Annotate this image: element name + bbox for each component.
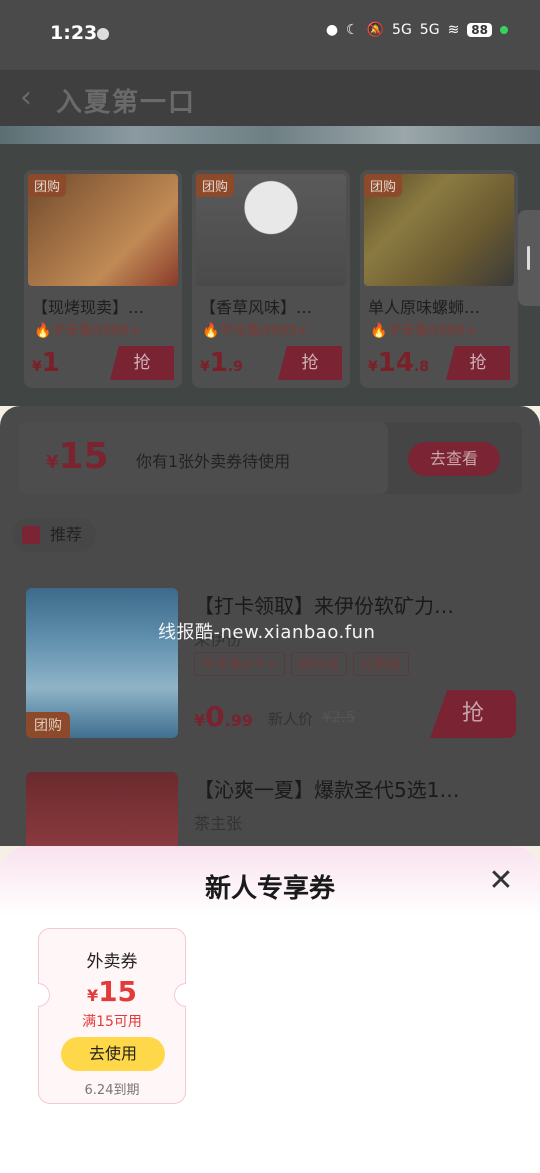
deal-card[interactable]: 团购 单人原味螺蛳… 🔥半年售9999+ ¥14.8 抢 xyxy=(360,170,518,388)
grab-button[interactable]: 抢 xyxy=(278,346,342,380)
deal-card[interactable]: 团购 【香草风味】… 🔥半年售9999+ ¥1.9 抢 xyxy=(192,170,350,388)
original-price: ¥2.5 xyxy=(322,708,356,726)
grab-button[interactable]: 抢 xyxy=(446,346,510,380)
currency-symbol: ¥ xyxy=(200,359,210,375)
price-dec: .8 xyxy=(413,359,429,375)
recommend-chip[interactable]: 推荐 xyxy=(12,518,96,552)
close-icon[interactable]: ✕ xyxy=(486,866,516,896)
deal-name: 单人原味螺蛳… xyxy=(368,298,481,317)
item-tag: 团购 xyxy=(26,712,70,738)
mute-icon: 🔕 xyxy=(366,22,385,38)
coupon-expiry: 6.24到期 xyxy=(84,1083,140,1098)
deal-price: ¥1.9 xyxy=(200,348,243,378)
side-drag-handle[interactable] xyxy=(518,210,540,306)
new-user-coupon-sheet: 新人专享券 ✕ 外卖券 ¥15 满15可用 去使用 6.24到期 xyxy=(0,846,540,1173)
grab-button[interactable]: 抢 xyxy=(430,690,516,738)
deal-name: 【香草风味】… xyxy=(200,298,313,317)
deal-price: ¥1 xyxy=(32,348,60,378)
new-user-price-label: 新人价 xyxy=(268,710,314,728)
grab-button[interactable]: 抢 xyxy=(110,346,174,380)
item-price: ¥0.99 xyxy=(194,700,253,733)
page-header: ‹ 入夏第一口 xyxy=(0,70,540,132)
coupon-reminder-text: 你有1张外卖券待使用 xyxy=(136,452,291,471)
sheet-title: 新人专享券 xyxy=(204,874,335,904)
price-int: 1 xyxy=(41,348,60,378)
deal-sold-text: 半年售9999+ xyxy=(219,323,309,339)
currency-symbol: ¥ xyxy=(46,452,59,473)
status-time: 1:23 xyxy=(50,22,98,44)
recommend-label: 推荐 xyxy=(50,525,83,544)
price-dec: .99 xyxy=(224,711,253,730)
price-dec: .9 xyxy=(227,359,243,375)
group-buy-section: 团购 【现烤现卖】… 🔥半年售9999+ ¥1 抢 团购 【香草风味】… 🔥半年… xyxy=(0,144,540,406)
banner-image xyxy=(0,126,540,144)
currency-symbol: ¥ xyxy=(368,359,378,375)
item-title: 【沁爽一夏】爆款圣代5选1… xyxy=(194,778,460,802)
status-bar: 1:23 ● ☾ 🔕 5G 5G ≋ 88 xyxy=(0,0,540,70)
item-tag-expire-refund: 过期退 xyxy=(352,652,409,676)
deal-card[interactable]: 团购 【现烤现卖】… 🔥半年售9999+ ¥1 抢 xyxy=(24,170,182,388)
price-int: 1 xyxy=(209,348,228,378)
coupon-card[interactable]: 外卖券 ¥15 满15可用 去使用 6.24到期 xyxy=(38,928,186,1104)
coupon-value: ¥15 xyxy=(39,975,185,1008)
item-thumbnail: 团购 xyxy=(26,588,178,738)
deal-tag: 团购 xyxy=(196,174,235,197)
battery-icon: 88 xyxy=(467,23,492,37)
status-icons: ● ☾ 🔕 5G 5G ≋ 88 xyxy=(326,22,508,38)
currency-symbol: ¥ xyxy=(194,711,206,730)
use-coupon-button[interactable]: 去使用 xyxy=(61,1037,165,1071)
deal-price: ¥14.8 xyxy=(368,348,429,378)
view-coupon-button[interactable]: 去查看 xyxy=(408,442,500,476)
item-title: 【打卡领取】来伊份软矿力… xyxy=(194,594,454,618)
deal-name: 【现烤现卖】… xyxy=(32,298,145,317)
price-int: 14 xyxy=(377,348,414,378)
coupon-reminder-bar: ¥15 你有1张外卖券待使用 去查看 xyxy=(18,422,522,494)
currency-symbol: ¥ xyxy=(32,359,42,375)
deal-sold-text: 半年售9999+ xyxy=(387,323,477,339)
coupon-kind: 外卖券 xyxy=(86,952,138,972)
list-item[interactable]: 团购 【打卡领取】来伊份软矿力… 来伊份 半年售6千+ 随时退 过期退 ¥0.9… xyxy=(26,588,516,740)
coupon-reminder-info: ¥15 你有1张外卖券待使用 xyxy=(18,422,388,494)
wifi-icon: ≋ xyxy=(447,22,460,38)
status-dot-icon xyxy=(500,26,508,34)
deal-sold-text: 半年售9999+ xyxy=(51,323,141,339)
coupon-amount: ¥15 xyxy=(46,436,109,477)
deal-sold: 🔥半年售9999+ xyxy=(34,323,141,339)
watermark-text: 线报酷-new.xianbao.fun xyxy=(158,622,376,643)
signal-icon: 5G xyxy=(392,22,412,38)
price-int: 0 xyxy=(205,700,225,733)
item-tag-sold: 半年售6千+ xyxy=(194,652,285,676)
deal-sold: 🔥半年售9999+ xyxy=(370,323,477,339)
item-tag-refund: 随时退 xyxy=(290,652,347,676)
deal-sold: 🔥半年售9999+ xyxy=(202,323,309,339)
back-arrow-icon[interactable]: ‹ xyxy=(20,80,32,115)
deal-tag: 团购 xyxy=(364,174,403,197)
coupon-amount-value: 15 xyxy=(58,436,109,477)
currency-symbol: ¥ xyxy=(86,986,99,1005)
thumbs-up-icon xyxy=(22,526,40,544)
deal-tag: 团购 xyxy=(28,174,67,197)
coupon-condition: 满15可用 xyxy=(82,1014,142,1030)
item-shop: 茶主张 xyxy=(194,814,243,833)
location-icon: ● xyxy=(325,22,339,38)
list-item[interactable]: 【沁爽一夏】爆款圣代5选1… 茶主张 xyxy=(26,772,516,922)
moon-icon: ☾ xyxy=(346,22,359,38)
item-tags: 半年售6千+ 随时退 过期退 xyxy=(194,652,409,676)
notification-icon xyxy=(97,28,109,40)
page-title: 入夏第一口 xyxy=(56,88,197,118)
coupon-value-number: 15 xyxy=(98,975,138,1008)
signal-icon-2: 5G xyxy=(419,22,440,38)
